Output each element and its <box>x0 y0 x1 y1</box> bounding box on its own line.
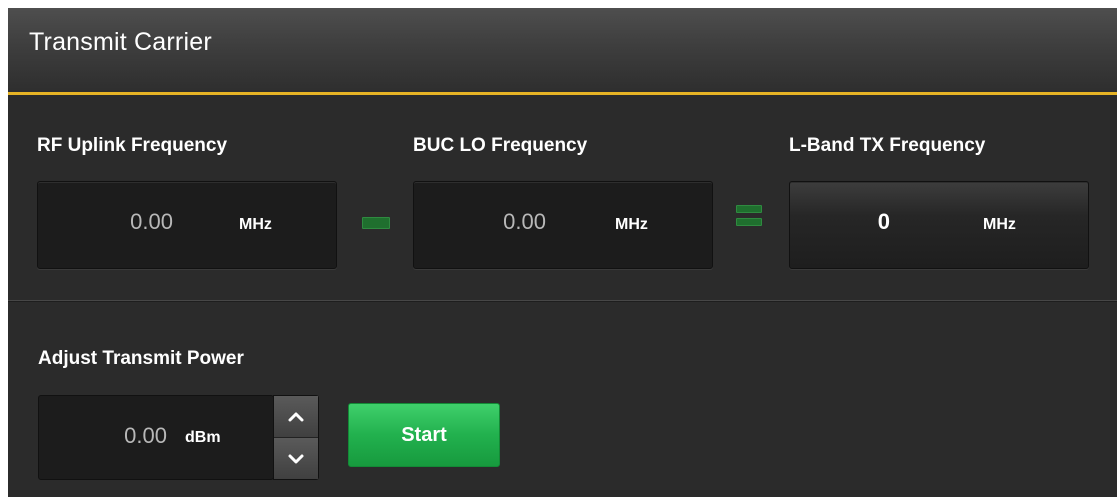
decrease-power-button[interactable] <box>274 438 318 479</box>
lband-tx-label: L-Band TX Frequency <box>789 135 986 156</box>
lband-tx-display: 0 MHz <box>789 181 1089 269</box>
transmit-power-unit: dBm <box>185 429 221 446</box>
transmit-power-input[interactable]: 0.00 dBm <box>38 395 274 480</box>
buc-lo-unit: MHz <box>615 216 648 233</box>
section-divider <box>8 300 1117 301</box>
rf-uplink-value[interactable]: 0.00 <box>53 209 173 235</box>
lband-tx-value: 0 <box>877 209 890 234</box>
start-button[interactable]: Start <box>348 403 500 467</box>
rf-uplink-unit: MHz <box>239 216 272 233</box>
chevron-up-icon <box>288 412 304 421</box>
panel-header: Transmit Carrier <box>8 8 1117 95</box>
transmit-power-value[interactable]: 0.00 <box>39 423 167 449</box>
lband-tx-unit: MHz <box>983 216 1016 233</box>
buc-lo-input[interactable]: 0.00 MHz <box>413 181 713 269</box>
transmit-power-label: Adjust Transmit Power <box>38 348 244 369</box>
buc-lo-label: BUC LO Frequency <box>413 135 588 156</box>
transmit-carrier-panel: Transmit Carrier RF Uplink Frequency 0.0… <box>8 8 1117 497</box>
rf-uplink-input[interactable]: 0.00 MHz <box>37 181 337 269</box>
panel-title: Transmit Carrier <box>29 28 212 56</box>
chevron-down-icon <box>288 454 304 463</box>
buc-lo-value[interactable]: 0.00 <box>426 209 546 235</box>
rf-uplink-label: RF Uplink Frequency <box>37 135 228 156</box>
power-stepper[interactable] <box>273 395 319 480</box>
minus-icon <box>362 217 390 229</box>
equals-icon <box>736 205 762 227</box>
increase-power-button[interactable] <box>274 396 318 438</box>
